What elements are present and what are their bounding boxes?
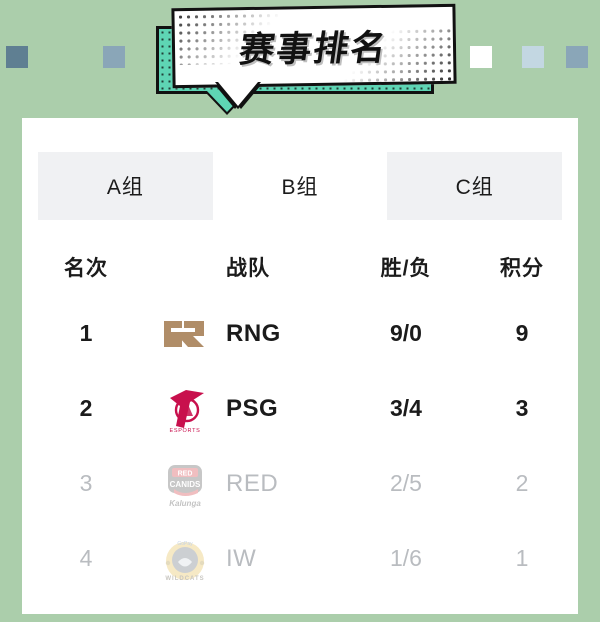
row-points: 2 (515, 470, 529, 496)
rng-logo (158, 307, 212, 361)
row-points: 3 (515, 395, 529, 421)
row-record: 9/0 (390, 320, 422, 346)
svg-text:WILDCATS: WILDCATS (165, 576, 204, 582)
row-team-cell: GoPay WILDCATS IW (150, 532, 346, 586)
table-header-row: 名次 战队 胜/负 积分 (22, 238, 578, 296)
column-header-points: 积分 (500, 257, 544, 280)
decor-square-right-3 (566, 46, 588, 68)
wildcats-logo: GoPay WILDCATS (158, 532, 212, 586)
decor-square-right-1 (470, 46, 492, 68)
table-row[interactable]: 3 RED CANIDS Kalunga RED 2/5 2 (22, 446, 578, 521)
tab-group-b-label: B组 (281, 176, 319, 199)
table-row[interactable]: 4 GoPay WILDCATS IW 1/6 1 (22, 521, 578, 596)
table-row[interactable]: 1 RNG 9/0 9 (22, 296, 578, 371)
tab-group-a-label: A组 (106, 176, 144, 199)
ranking-card: A组 B组 C组 名次 战队 胜/负 积分 1 RNG 9/0 9 2 ESPO… (22, 118, 578, 614)
tab-group-c-label: C组 (455, 176, 494, 199)
psg-esports-logo: ESPORTS (158, 382, 212, 436)
row-team-name: RNG (226, 319, 281, 347)
decor-square-right-2 (522, 46, 544, 68)
svg-text:GoPay: GoPay (177, 541, 193, 547)
row-record: 2/5 (390, 470, 422, 496)
svg-text:Kalunga: Kalunga (169, 499, 201, 508)
group-tab-bar: A组 B组 C组 (38, 152, 562, 220)
decor-square-left-1 (6, 46, 28, 68)
svg-text:CANIDS: CANIDS (170, 480, 201, 489)
tab-group-a[interactable]: A组 (38, 152, 213, 220)
column-header-record: 胜/负 (380, 257, 432, 280)
row-team-cell: RNG (150, 307, 346, 361)
row-rank: 4 (79, 545, 93, 571)
row-team-cell: ESPORTS PSG (150, 382, 346, 436)
row-rank: 2 (79, 395, 93, 421)
row-team-name: IW (226, 544, 257, 572)
page-title: 赛事排名 (236, 28, 391, 71)
banner-bubble-tip (218, 82, 258, 106)
row-rank: 1 (79, 320, 93, 346)
header-banner: 赛事排名 (150, 2, 462, 112)
tab-group-b[interactable]: B组 (212, 152, 388, 220)
standings-table: 名次 战队 胜/负 积分 1 RNG 9/0 9 2 ESPORTS PSG 3… (22, 238, 578, 596)
svg-text:RED: RED (178, 470, 193, 477)
row-team-cell: RED CANIDS Kalunga RED (150, 457, 346, 511)
row-points: 9 (515, 320, 529, 346)
row-team-name: PSG (226, 394, 279, 422)
decor-square-left-2 (103, 46, 125, 68)
row-points: 1 (515, 545, 529, 571)
column-header-team: 战队 (226, 257, 270, 280)
banner-speech-bubble: 赛事排名 (171, 3, 457, 89)
svg-text:ESPORTS: ESPORTS (169, 428, 200, 434)
row-rank: 3 (79, 470, 93, 496)
tab-group-c[interactable]: C组 (387, 152, 562, 220)
row-record: 3/4 (390, 395, 422, 421)
table-row[interactable]: 2 ESPORTS PSG 3/4 3 (22, 371, 578, 446)
row-team-name: RED (226, 469, 279, 497)
red-canids-kalunga-logo: RED CANIDS Kalunga (158, 457, 212, 511)
row-record: 1/6 (390, 545, 422, 571)
column-header-rank: 名次 (64, 257, 108, 280)
